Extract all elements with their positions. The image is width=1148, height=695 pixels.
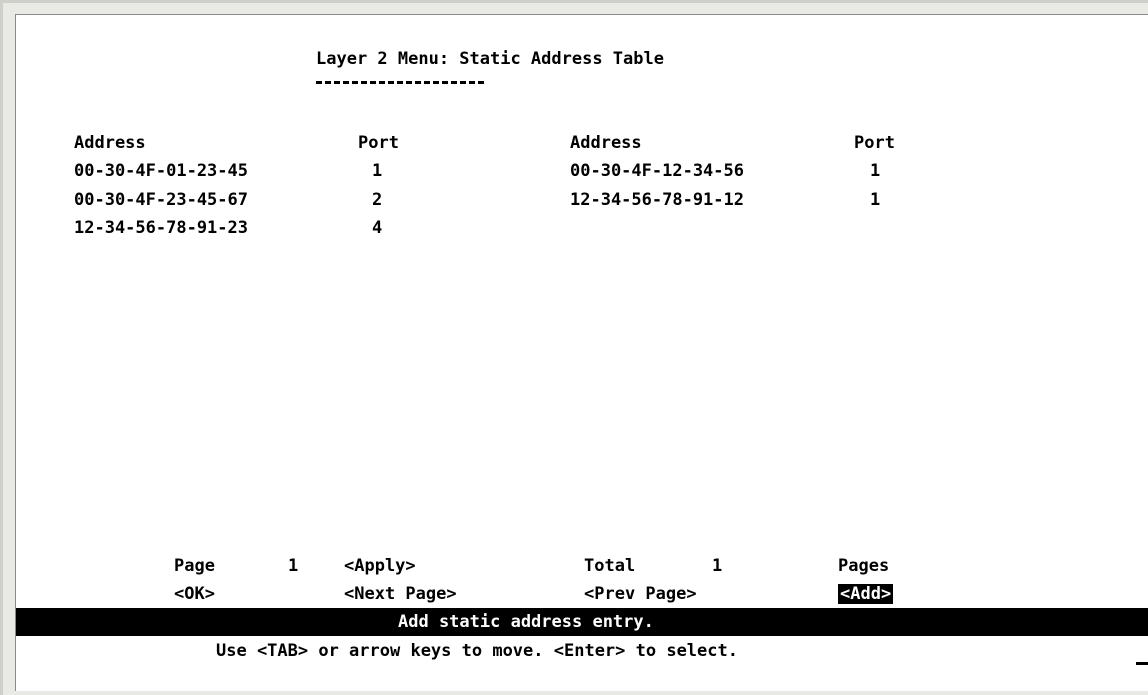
total-label: Total <box>584 556 636 576</box>
page-title: Layer 2 Menu: Static Address Table <box>316 49 664 69</box>
prev-page-button[interactable]: <Prev Page> <box>584 584 697 604</box>
header-port-right: Port <box>854 133 895 153</box>
page-number-field[interactable]: 1 <box>288 556 298 576</box>
pages-label: Pages <box>838 556 890 576</box>
window-frame: Layer 2 Menu: Static Address Table Addre… <box>0 0 1148 695</box>
status-message: Add static address entry. <box>398 612 654 632</box>
text-cursor <box>1136 662 1148 665</box>
header-address-left: Address <box>74 133 146 153</box>
status-bar: Add static address entry. <box>16 608 1148 636</box>
title-underline <box>316 81 484 84</box>
right-row-2-address: 12-34-56-78-91-12 <box>570 190 744 210</box>
left-row-1-address: 00-30-4F-01-23-45 <box>74 161 248 181</box>
left-row-3-port: 4 <box>372 218 383 238</box>
next-page-button[interactable]: <Next Page> <box>344 584 457 604</box>
left-row-3-address: 12-34-56-78-91-23 <box>74 218 248 238</box>
left-row-2-address: 00-30-4F-23-45-67 <box>74 190 248 210</box>
add-button[interactable]: <Add> <box>838 584 894 604</box>
left-row-1-port: 1 <box>372 161 383 181</box>
left-row-2-port: 2 <box>372 190 383 210</box>
terminal-screen: Layer 2 Menu: Static Address Table Addre… <box>15 14 1148 691</box>
apply-button[interactable]: <Apply> <box>344 556 416 576</box>
help-text: Use <TAB> or arrow keys to move. <Enter>… <box>216 641 738 661</box>
header-address-right: Address <box>570 133 642 153</box>
ok-button[interactable]: <OK> <box>174 584 215 604</box>
right-row-1-address: 00-30-4F-12-34-56 <box>570 161 744 181</box>
page-label: Page <box>174 556 215 576</box>
total-value: 1 <box>712 556 723 576</box>
right-row-2-port: 1 <box>870 190 881 210</box>
header-port-left: Port <box>358 133 399 153</box>
right-row-1-port: 1 <box>870 161 881 181</box>
